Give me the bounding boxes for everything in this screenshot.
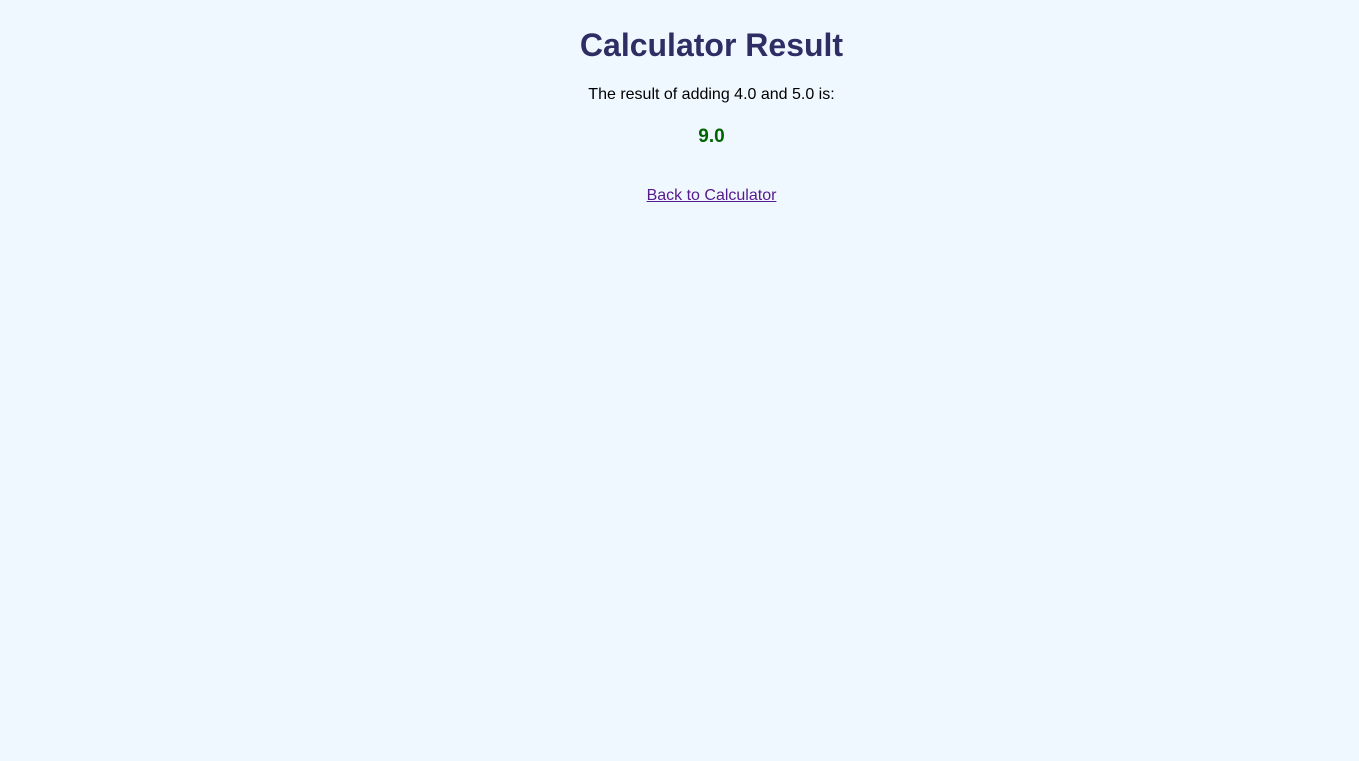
result-value: 9.0	[698, 126, 725, 147]
page-title: Calculator Result	[579, 27, 844, 63]
back-to-calculator-link[interactable]: Back to Calculator	[647, 186, 777, 206]
result-description: The result of adding 4.0 and 5.0 is:	[588, 86, 835, 103]
page: Calculator Result The result of adding 4…	[0, 0, 1359, 761]
result-container: Calculator Result The result of adding 4…	[64, 0, 1359, 206]
